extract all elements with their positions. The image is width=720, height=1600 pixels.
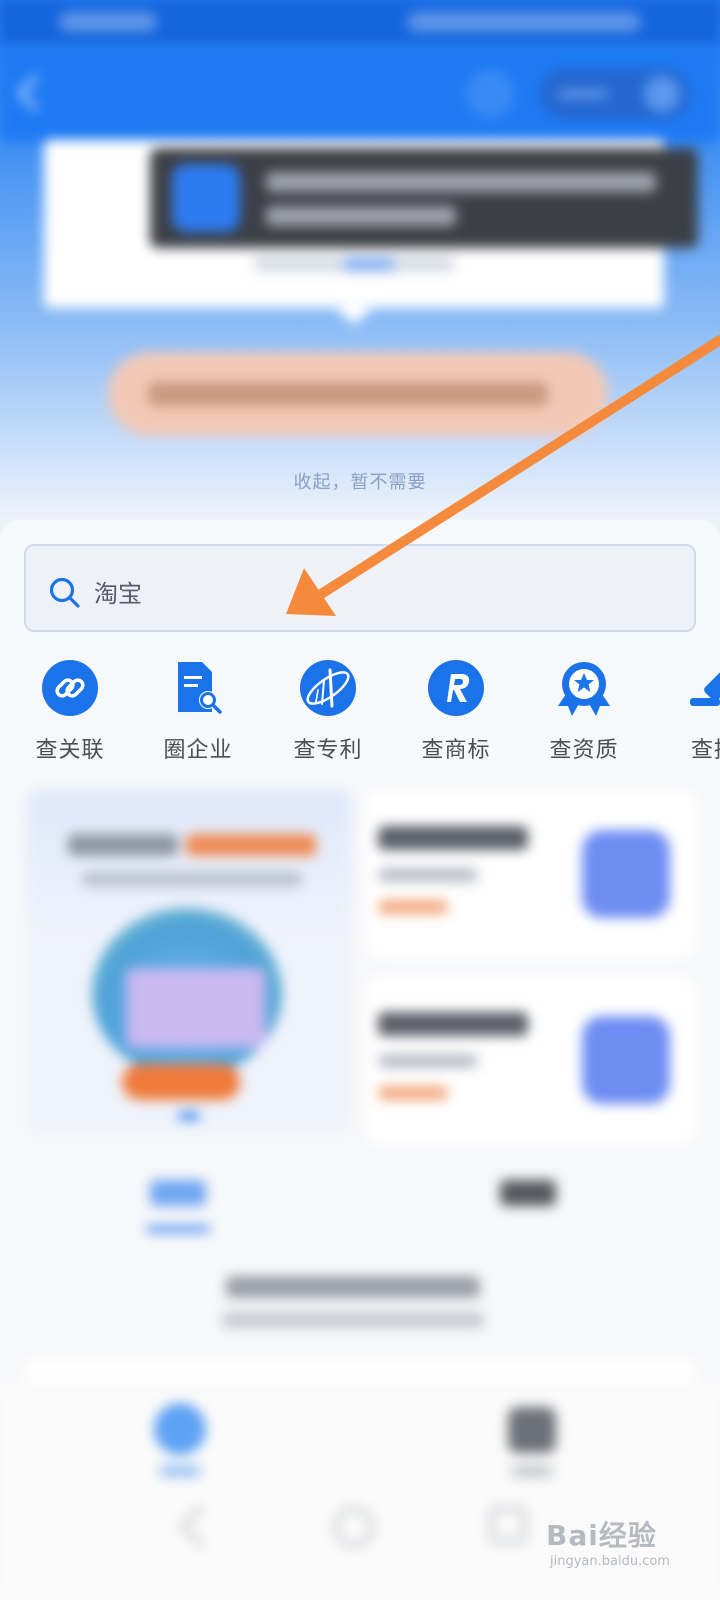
tab-active[interactable] [150, 1180, 206, 1206]
promo-subtitle [82, 872, 302, 886]
feature-bidding[interactable]: 查招 [654, 658, 720, 764]
back-arrow-icon[interactable] [16, 74, 54, 112]
home-tab-label [160, 1465, 200, 1477]
tab-inactive[interactable] [500, 1180, 556, 1206]
promo-card-subtitle [378, 1054, 478, 1068]
nav-action-button[interactable] [466, 70, 514, 118]
empty-state-title [226, 1276, 480, 1298]
promo-illustration-card [126, 968, 266, 1048]
award-ribbon-icon [558, 662, 610, 716]
promo-card-bottom[interactable] [366, 976, 696, 1144]
mini-program-capsule[interactable] [540, 68, 690, 120]
feature-related[interactable]: 查关联 [10, 658, 130, 764]
watermark-url: jingyan.baidu.com [550, 1554, 670, 1569]
add-to-desktop-tip [150, 148, 698, 248]
guide-caption-highlight [344, 256, 394, 272]
feature-label: 查招 [690, 738, 720, 763]
promo-card-illustration [582, 830, 670, 918]
bid-icon [690, 663, 720, 706]
trademark-r-icon [428, 660, 484, 716]
cta-button[interactable] [108, 352, 608, 436]
promo-card-link [378, 900, 448, 914]
tip-text-line [266, 206, 456, 226]
feature-circle-companies[interactable]: 圈企业 [138, 658, 258, 764]
feature-qualification[interactable]: 查资质 [524, 658, 644, 764]
document-search-icon [178, 662, 222, 714]
carousel-indicator [178, 1112, 200, 1120]
feature-label: 圈企业 [163, 738, 233, 763]
promo-title [68, 834, 178, 856]
promo-card-title [378, 1012, 528, 1036]
promo-card-illustration [582, 1016, 670, 1104]
patent-icon [300, 660, 356, 716]
feature-label: 查商标 [421, 738, 491, 763]
link-icon [42, 660, 98, 716]
profile-tab-icon[interactable] [508, 1407, 556, 1453]
feature-label: 查专利 [293, 738, 363, 763]
feature-trademark[interactable]: 查商标 [396, 658, 516, 764]
feature-label: 查关联 [35, 738, 105, 763]
watermark-brand: Bai经验 [546, 1519, 657, 1552]
top-navigation-bar [0, 46, 720, 142]
close-icon[interactable] [644, 76, 680, 112]
status-time [60, 12, 156, 32]
system-recents-icon[interactable] [490, 1507, 526, 1543]
tab-indicator [146, 1226, 210, 1232]
promo-card-link [378, 1086, 448, 1100]
promo-card-top[interactable] [366, 790, 696, 958]
promo-card-title [378, 826, 528, 850]
status-bar [0, 0, 720, 46]
system-back-icon[interactable] [179, 1504, 223, 1548]
content-tabs [0, 1180, 720, 1260]
watermark: Bai经验 jingyan.baidu.com [546, 1514, 676, 1586]
promo-title-highlight [186, 834, 316, 856]
search-input[interactable]: 淘宝 [24, 544, 696, 632]
search-value: 淘宝 [94, 580, 142, 608]
collapse-link[interactable]: 收起，暂不需要 [0, 468, 720, 494]
feature-patent[interactable]: 查专利 [268, 658, 388, 764]
empty-state-subtitle [222, 1312, 484, 1328]
promo-banner[interactable] [26, 790, 352, 1134]
tip-text-line [266, 172, 656, 192]
system-home-icon[interactable] [334, 1507, 374, 1547]
search-icon [49, 577, 80, 608]
app-icon [172, 164, 240, 232]
cta-label [148, 382, 548, 406]
feature-label: 查资质 [549, 738, 619, 763]
home-tab-icon[interactable] [154, 1403, 206, 1455]
promo-button[interactable] [122, 1064, 240, 1100]
status-indicators [408, 12, 640, 32]
promo-card-subtitle [378, 868, 478, 882]
profile-tab-label [512, 1465, 552, 1477]
more-icon[interactable] [558, 90, 608, 98]
